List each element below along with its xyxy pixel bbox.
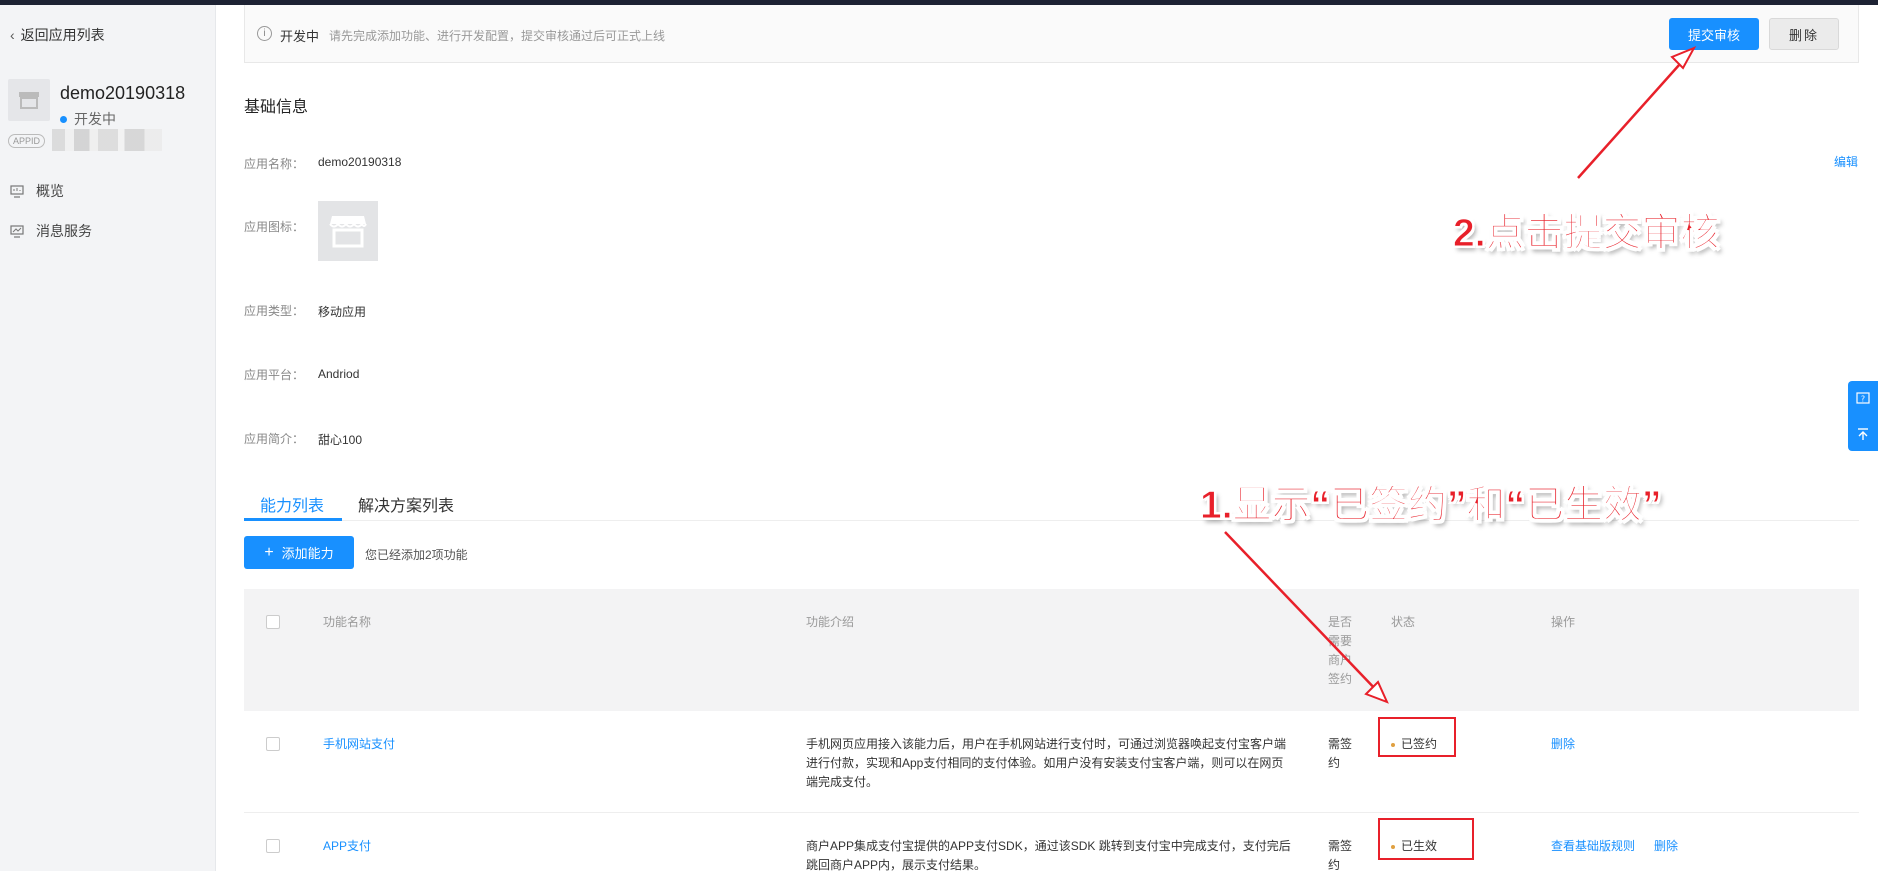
status-notice-bar: i 开发中 请先完成添加功能、进行开发配置，提交审核通过后可正式上线 提交审核 … <box>244 5 1859 63</box>
tab-solution-list[interactable]: 解决方案列表 <box>358 492 454 516</box>
notice-state: 开发中 <box>280 29 320 44</box>
chevron-left-icon: ‹ <box>10 27 15 43</box>
field-label-app-platform: 应用平台： <box>244 368 305 382</box>
capability-name-link[interactable]: APP支付 <box>323 837 371 856</box>
need-sign-cell: 需签 约 <box>1328 837 1352 871</box>
table-row: APP支付 商户APP集成支付宝提供的APP支付SDK，通过该SDK 跳转到支付… <box>244 813 1859 871</box>
delete-capability-link[interactable]: 删除 <box>1654 837 1678 856</box>
app-icon-image <box>318 201 378 261</box>
store-icon <box>329 216 367 248</box>
header-action: 操作 <box>1551 615 1576 629</box>
appid-value-redacted <box>52 129 162 151</box>
header-need-sign-line: 商户 <box>1328 653 1353 667</box>
store-icon <box>19 92 39 109</box>
appid-tag: APPID <box>8 134 46 148</box>
header-need-sign-line: 是否 <box>1328 615 1353 629</box>
header-intro: 功能介绍 <box>806 615 855 629</box>
delete-app-button[interactable]: 删除 <box>1769 18 1839 50</box>
main-content: i 开发中 请先完成添加功能、进行开发配置，提交审核通过后可正式上线 提交审核 … <box>216 5 1878 871</box>
field-value-app-name: demo20190318 <box>318 155 402 169</box>
annotation-step2: 2.点击提交审核 <box>1453 212 1721 256</box>
row-checkbox[interactable] <box>266 839 280 853</box>
notice-message: 请先完成添加功能、进行开发配置，提交审核通过后可正式上线 <box>329 29 666 43</box>
sidebar-item-label: 消息服务 <box>36 223 92 239</box>
need-sign-cell: 需签 约 <box>1328 735 1352 773</box>
need-sign-line: 需签 <box>1328 737 1353 751</box>
sidebar-item-message-service[interactable]: 消息服务 <box>10 221 92 241</box>
field-label-app-icon: 应用图标： <box>244 220 305 234</box>
capability-intro: 商户APP集成支付宝提供的APP支付SDK，通过该SDK 跳转到支付宝中完成支付… <box>806 837 1291 871</box>
delete-capability-link[interactable]: 删除 <box>1551 735 1575 754</box>
sidebar-item-overview[interactable]: 概览 <box>10 181 64 201</box>
chart-icon <box>10 224 24 238</box>
header-need-sign-line: 需要 <box>1328 634 1353 648</box>
tab-capability-list[interactable]: 能力列表 <box>260 492 324 516</box>
app-name: demo20190318 <box>60 83 186 103</box>
select-all-checkbox[interactable] <box>266 615 280 629</box>
add-capability-label: 添加能力 <box>281 546 334 561</box>
status-dot <box>60 115 67 123</box>
field-label-app-type: 应用类型： <box>244 304 305 318</box>
field-value-app-type: 移动应用 <box>318 305 367 319</box>
field-label-app-intro: 应用简介： <box>244 432 305 446</box>
need-sign-line: 需签 <box>1328 839 1353 853</box>
intro-line: 跳回商户APP内，展示支付结果。 <box>806 858 987 871</box>
view-basic-rules-link[interactable]: 查看基础版规则 <box>1551 837 1635 856</box>
header-need-sign-line: 签约 <box>1328 672 1353 686</box>
back-to-top-icon[interactable] <box>1848 416 1878 451</box>
sidebar: ‹ 返回应用列表 demo20190318 开发中 APPID 概览 消息服务 <box>0 5 216 871</box>
annotation-highlight-box <box>1378 717 1456 757</box>
floating-help-panel: ? <box>1848 381 1878 451</box>
header-name: 功能名称 <box>323 615 372 629</box>
field-value-app-platform: Andriod <box>318 367 360 381</box>
capability-name-link[interactable]: 手机网站支付 <box>323 735 395 754</box>
back-to-app-list-link[interactable]: ‹ 返回应用列表 <box>10 25 105 45</box>
header-status: 状态 <box>1391 615 1416 629</box>
annotation-highlight-box <box>1378 818 1474 860</box>
monitor-icon <box>10 184 24 198</box>
plus-icon: + <box>264 543 274 561</box>
submit-review-button[interactable]: 提交审核 <box>1669 18 1759 50</box>
app-status-label: 开发中 <box>74 111 116 127</box>
need-sign-line: 约 <box>1328 756 1341 770</box>
active-tab-indicator <box>244 518 342 521</box>
basic-info-title: 基础信息 <box>244 99 309 116</box>
intro-line: 端完成支付。 <box>806 775 879 789</box>
intro-line: 商户APP集成支付宝提供的APP支付SDK，通过该SDK 跳转到支付宝中完成支付… <box>806 839 1291 853</box>
field-value-app-intro: 甜心100 <box>318 433 363 447</box>
info-icon: i <box>257 26 272 41</box>
capability-intro: 手机网页应用接入该能力后，用户在手机网站进行支付时，可通过浏览器唤起支付宝客户端… <box>806 735 1286 792</box>
table-row: 手机网站支付 手机网页应用接入该能力后，用户在手机网站进行支付时，可通过浏览器唤… <box>244 711 1859 813</box>
intro-line: 手机网页应用接入该能力后，用户在手机网站进行支付时，可通过浏览器唤起支付宝客户端 <box>806 737 1287 751</box>
field-label-app-name: 应用名称： <box>244 157 305 171</box>
app-avatar <box>8 79 50 121</box>
annotation-step1: 1.显示“已签约”和“已生效” <box>1200 484 1663 528</box>
sidebar-item-label: 概览 <box>36 183 64 199</box>
intro-line: 进行付款，实现和App支付相同的支付体验。如用户没有安装支付宝客户端，则可以在网… <box>806 756 1284 770</box>
table-header: 功能名称 功能介绍 是否 需要 商户 签约 状态 操作 <box>244 589 1859 711</box>
row-checkbox[interactable] <box>266 737 280 751</box>
app-status: 开发中 <box>60 109 116 129</box>
back-link-label: 返回应用列表 <box>20 27 105 43</box>
svg-text:?: ? <box>1861 394 1865 403</box>
added-count-text: 您已经添加2项功能 <box>365 548 468 562</box>
edit-link[interactable]: 编辑 <box>1834 153 1858 170</box>
feedback-icon[interactable]: ? <box>1848 381 1878 416</box>
add-capability-button[interactable]: + 添加能力 <box>244 536 354 569</box>
app-card: demo20190318 开发中 APPID <box>8 79 208 159</box>
header-need-sign: 是否 需要 商户 签约 <box>1328 613 1358 689</box>
need-sign-line: 约 <box>1328 858 1341 871</box>
